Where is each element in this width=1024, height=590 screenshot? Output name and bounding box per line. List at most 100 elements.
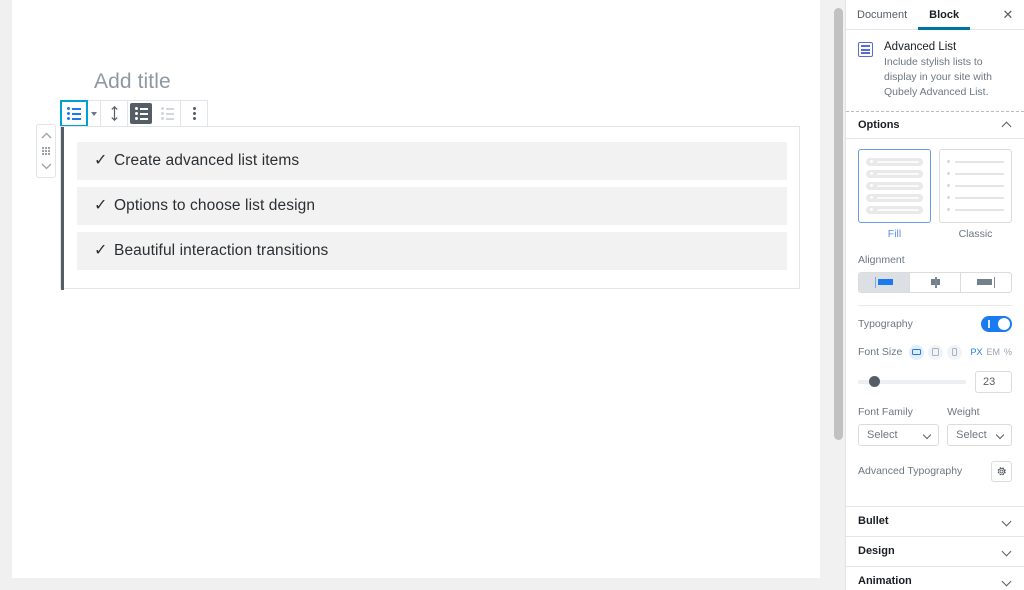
font-size-label: Font Size: [858, 346, 903, 359]
block-type-group: [60, 100, 101, 127]
font-family-select[interactable]: Select: [858, 423, 940, 446]
layout-label-fill: Fill: [887, 227, 902, 240]
section-design[interactable]: Design: [846, 535, 1024, 566]
unordered-list-icon[interactable]: [130, 103, 152, 124]
section-animation-label: Animation: [858, 575, 912, 588]
font-weight-group: Weight Select: [947, 406, 1012, 446]
canvas-scrollbar-thumb[interactable]: [834, 8, 843, 440]
panel-header-options[interactable]: Options: [846, 110, 1024, 139]
block-toolbar[interactable]: [60, 100, 208, 127]
list-item-label[interactable]: Options to choose list design: [114, 197, 315, 215]
chevron-up-icon[interactable]: [1003, 120, 1012, 129]
more-options-group: [181, 101, 207, 126]
unit-percent[interactable]: %: [1004, 347, 1012, 357]
collapsed-sections: Bullet Design Animation Interaction: [846, 505, 1024, 590]
drag-handle-icon[interactable]: [41, 147, 51, 155]
list-format-group: [128, 101, 181, 126]
layout-option-classic[interactable]: Classic: [939, 148, 1012, 240]
font-selectors: Font Family Select Weight Select: [858, 406, 1012, 446]
post-canvas[interactable]: Add title ✓ Create advanced list items ✓…: [12, 0, 820, 578]
alignment-control: [858, 271, 1012, 293]
check-icon: ✓: [94, 242, 108, 259]
check-icon: ✓: [94, 197, 108, 214]
block-info-card: Advanced List Include stylish lists to d…: [846, 30, 1024, 111]
indent-list-icon[interactable]: [154, 101, 180, 126]
layout-preview-classic[interactable]: [939, 148, 1012, 223]
unit-px[interactable]: PX: [970, 347, 982, 357]
font-family-label: Font Family: [858, 405, 913, 418]
close-icon[interactable]: ✕: [992, 0, 1024, 30]
chevron-down-icon[interactable]: [1003, 577, 1012, 586]
block-selected-indicator: [61, 127, 64, 290]
section-divider: [858, 304, 1012, 306]
layout-label-classic: Classic: [958, 227, 993, 240]
layout-preview-fill[interactable]: [858, 148, 931, 223]
alignment-label: Alignment: [858, 253, 905, 266]
font-weight-select[interactable]: Select: [947, 423, 1012, 446]
layout-chooser: Fill Classic: [858, 148, 1012, 240]
check-icon: ✓: [94, 152, 108, 169]
block-info-description: Include stylish lists to display in your…: [884, 56, 992, 99]
section-bullet[interactable]: Bullet: [846, 505, 1024, 536]
font-family-group: Font Family Select: [858, 405, 940, 446]
slider-thumb[interactable]: [868, 375, 880, 387]
align-left-icon: [874, 276, 894, 288]
chevron-down-icon: [997, 431, 1005, 439]
advanced-typography-row: Advanced Typography: [858, 460, 1012, 482]
panel-title-options: Options: [858, 118, 900, 131]
advanced-list-block[interactable]: ✓ Create advanced list items ✓ Options t…: [60, 126, 800, 290]
vertical-move-icon[interactable]: [101, 101, 127, 126]
sidebar-tabs: Document Block ✕: [846, 0, 1024, 30]
gear-icon[interactable]: [991, 460, 1012, 482]
move-down-icon[interactable]: [37, 159, 55, 174]
font-size-input[interactable]: 23: [975, 370, 1012, 393]
advanced-list-block-icon: [858, 42, 875, 59]
font-size-control: 23: [858, 370, 1012, 393]
font-family-value: Select: [867, 428, 898, 441]
list-item[interactable]: ✓ Beautiful interaction transitions: [77, 232, 787, 270]
post-title-placeholder[interactable]: Add title: [94, 70, 171, 94]
tab-document[interactable]: Document: [846, 0, 918, 30]
block-info-title: Advanced List: [884, 41, 957, 53]
list-item[interactable]: ✓ Create advanced list items: [77, 142, 787, 180]
advanced-typography-label: Advanced Typography: [858, 465, 963, 478]
chevron-down-icon[interactable]: [1003, 517, 1012, 526]
typography-row: Typography: [858, 315, 1012, 332]
font-size-slider[interactable]: [858, 375, 966, 387]
font-size-row: Font Size PX EM %: [858, 344, 1012, 360]
chevron-down-icon[interactable]: [1003, 547, 1012, 556]
move-up-icon[interactable]: [37, 128, 55, 143]
weight-label: Weight: [947, 405, 980, 418]
typography-label: Typography: [858, 317, 913, 330]
editor-canvas-area: Add title ✓ Create advanced list items ✓…: [0, 0, 845, 590]
editor-window: Add title ✓ Create advanced list items ✓…: [0, 0, 1024, 590]
block-mover[interactable]: [36, 124, 56, 178]
list-item-label[interactable]: Create advanced list items: [114, 152, 299, 170]
settings-sidebar: Document Block ✕ Advanced List Include s…: [845, 0, 1024, 590]
section-design-label: Design: [858, 545, 895, 558]
align-center-button[interactable]: [910, 272, 961, 292]
tab-block[interactable]: Block: [918, 0, 970, 30]
layout-option-fill[interactable]: Fill: [858, 148, 931, 240]
more-vertical-icon[interactable]: [181, 101, 207, 126]
unit-switcher: PX EM %: [970, 347, 1012, 357]
align-right-icon: [976, 276, 996, 288]
tablet-icon[interactable]: [928, 344, 944, 360]
advanced-list-icon[interactable]: [60, 100, 88, 127]
align-left-button[interactable]: [859, 272, 910, 292]
section-bullet-label: Bullet: [858, 515, 889, 528]
font-weight-value: Select: [956, 428, 987, 441]
desktop-icon[interactable]: [909, 344, 925, 360]
unit-em[interactable]: EM: [986, 347, 1000, 357]
list-item-label[interactable]: Beautiful interaction transitions: [114, 242, 328, 260]
typography-toggle[interactable]: [981, 315, 1012, 332]
section-animation[interactable]: Animation: [846, 565, 1024, 590]
mobile-icon[interactable]: [947, 344, 963, 360]
advanced-list: ✓ Create advanced list items ✓ Options t…: [77, 142, 787, 277]
caret-down-icon[interactable]: [87, 101, 100, 126]
panel-body-options: Fill Classic Alignment Typography Font S…: [846, 139, 1024, 494]
align-center-icon: [928, 276, 943, 288]
list-item[interactable]: ✓ Options to choose list design: [77, 187, 787, 225]
block-move-group: [101, 101, 128, 126]
align-right-button[interactable]: [961, 273, 1011, 292]
